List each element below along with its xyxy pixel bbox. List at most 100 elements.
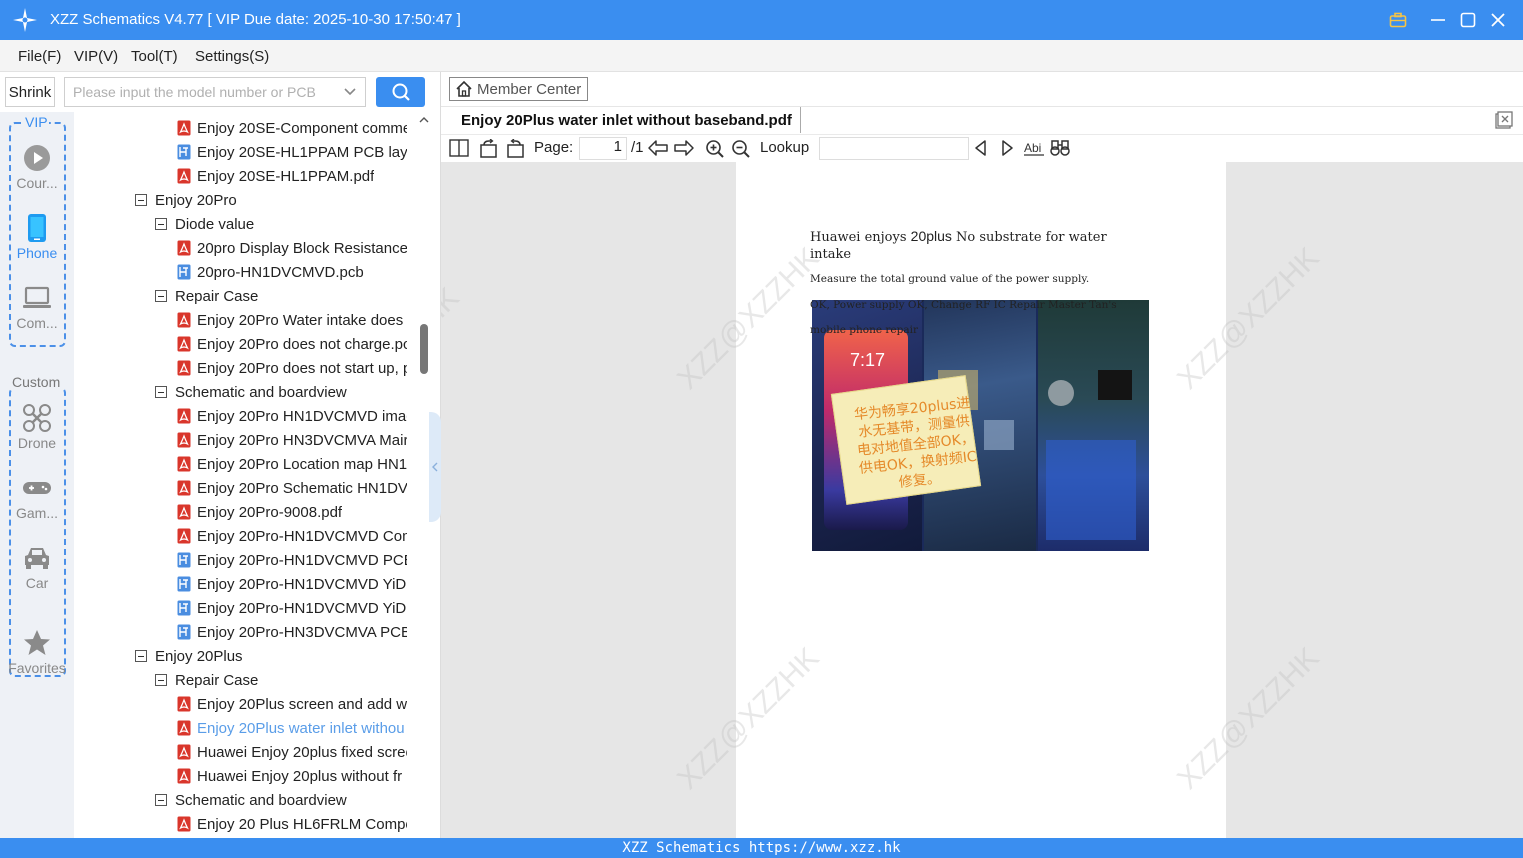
tree-file[interactable]: Enjoy 20Pro-9008.pdf bbox=[177, 500, 407, 524]
menu-settings[interactable]: Settings(S) bbox=[195, 48, 269, 65]
tree-file[interactable]: Enjoy 20Plus screen and add we bbox=[177, 692, 407, 716]
pdf-file-icon bbox=[177, 768, 191, 784]
find-next-icon[interactable] bbox=[999, 139, 1015, 157]
tree-item-label: Enjoy 20Pro bbox=[155, 191, 237, 209]
tree-file[interactable]: 20pro Display Block Resistance bbox=[177, 236, 407, 260]
page-total: /1 bbox=[631, 139, 644, 156]
collapse-toggle-icon[interactable] bbox=[155, 290, 167, 302]
tree-item-label: Enjoy 20Plus screen and add we bbox=[197, 695, 407, 713]
minimize-button[interactable] bbox=[1426, 8, 1450, 32]
tree-item-label: Enjoy 20SE-Component comme bbox=[197, 119, 407, 137]
menu-file[interactable]: File(F) bbox=[18, 48, 61, 65]
model-search-combobox[interactable] bbox=[64, 77, 366, 107]
tree-item-label: Enjoy 20SE-HL1PPAM PCB layer bbox=[197, 143, 407, 161]
pdf-viewer[interactable]: Huawei enjoys 20plus No substrate for wa… bbox=[441, 162, 1523, 838]
pdf-file-icon bbox=[177, 360, 191, 376]
tree-folder[interactable]: Enjoy 20Plus bbox=[135, 644, 407, 668]
tree-file[interactable]: Huawei Enjoy 20plus fixed scree bbox=[177, 740, 407, 764]
pcb-file-icon bbox=[177, 552, 191, 568]
previous-page-icon[interactable] bbox=[647, 139, 669, 157]
find-options-icon[interactable] bbox=[1049, 139, 1071, 157]
briefcase-icon[interactable] bbox=[1386, 8, 1410, 32]
scroll-thumb[interactable] bbox=[420, 324, 428, 374]
search-input[interactable] bbox=[65, 78, 335, 106]
pcb-file-icon bbox=[177, 576, 191, 592]
page-number-input[interactable]: 1 bbox=[579, 137, 627, 160]
chevron-down-icon[interactable] bbox=[343, 85, 357, 99]
tree-file[interactable]: Enjoy 20SE-HL1PPAM PCB layer bbox=[177, 140, 407, 164]
tree-folder[interactable]: Schematic and boardview bbox=[155, 380, 407, 404]
find-previous-icon[interactable] bbox=[973, 139, 989, 157]
search-button[interactable] bbox=[376, 77, 425, 107]
tree-folder[interactable]: Repair Case bbox=[155, 284, 407, 308]
collapse-toggle-icon[interactable] bbox=[155, 674, 167, 686]
collapse-panel-handle[interactable] bbox=[429, 412, 441, 522]
sidebar-item-favorites[interactable]: Favorites bbox=[0, 628, 74, 676]
tree-file[interactable]: Enjoy 20Pro-HN1DVCMVD Com bbox=[177, 524, 407, 548]
tree-file[interactable]: Enjoy 20SE-Component comme bbox=[177, 116, 407, 140]
sidebar-item-label: Car bbox=[25, 575, 49, 591]
sidebar-item-car[interactable]: Car bbox=[0, 543, 74, 591]
tree-folder[interactable]: Enjoy 20Pro bbox=[135, 188, 407, 212]
tree-file[interactable]: Enjoy 20Pro Location map HN1 bbox=[177, 452, 407, 476]
sidebar-item-phone[interactable]: Phone bbox=[0, 213, 74, 261]
pdf-file-icon bbox=[177, 456, 191, 472]
zoom-out-icon[interactable] bbox=[731, 139, 751, 159]
collapse-toggle-icon[interactable] bbox=[155, 386, 167, 398]
tree-file[interactable]: Enjoy 20Pro Schematic HN1DV( bbox=[177, 476, 407, 500]
tree-file[interactable]: Enjoy 20Pro-HN1DVCMVD YiDi bbox=[177, 596, 407, 620]
tree-file[interactable]: Enjoy 20Pro does not start up, p bbox=[177, 356, 407, 380]
sidebar-item-drone[interactable]: Drone bbox=[0, 403, 74, 451]
tree-file[interactable]: Enjoy 20Pro does not charge.pc bbox=[177, 332, 407, 356]
tree-file[interactable]: 20pro-HN1DVCMVD.pcb bbox=[177, 260, 407, 284]
tree-file[interactable]: Enjoy 20Pro HN3DVCMVA Mair bbox=[177, 428, 407, 452]
maximize-button[interactable] bbox=[1456, 8, 1480, 32]
tree-file[interactable]: Enjoy 20Pro-HN1DVCMVD PCB bbox=[177, 548, 407, 572]
tree-file[interactable]: Enjoy 20Pro-HN3DVCMVA PCB bbox=[177, 620, 407, 644]
tree-file[interactable]: Huawei Enjoy 20plus without fr bbox=[177, 764, 407, 788]
title-bar: XZZ Schematics V4.77 [ VIP Due date: 202… bbox=[0, 0, 1523, 40]
tree-file[interactable]: Enjoy 20Plus water inlet withou bbox=[177, 716, 407, 740]
tree-file[interactable]: Enjoy 20SE-HL1PPAM.pdf bbox=[177, 164, 407, 188]
collapse-toggle-icon[interactable] bbox=[155, 218, 167, 230]
sidebar-toggle-icon[interactable] bbox=[449, 139, 469, 157]
pdf-file-icon bbox=[177, 480, 191, 496]
tree-item-label: Enjoy 20Pro does not charge.pc bbox=[197, 335, 407, 353]
lookup-input[interactable] bbox=[819, 137, 969, 160]
tree-folder[interactable]: Schematic and boardview bbox=[155, 788, 407, 812]
shrink-button[interactable]: Shrink bbox=[5, 77, 55, 107]
tree-item-label: Enjoy 20Pro does not start up, p bbox=[197, 359, 407, 377]
match-case-icon[interactable]: Abi bbox=[1023, 139, 1045, 157]
tree-folder[interactable]: Repair Case bbox=[155, 668, 407, 692]
doc-line-1: Huawei enjoys 20plus No substrate for wa… bbox=[810, 228, 1107, 245]
left-pane: Shrink VIP Cour... Phone Com... bbox=[0, 72, 441, 838]
collapse-toggle-icon[interactable] bbox=[135, 650, 147, 662]
sidebar-item-courses[interactable]: Cour... bbox=[0, 143, 74, 191]
tree-file[interactable]: Enjoy 20Pro-HN1DVCMVD YiDi bbox=[177, 572, 407, 596]
pcb-file-icon bbox=[177, 264, 191, 280]
member-center-button[interactable]: Member Center bbox=[449, 77, 588, 101]
tree-file[interactable]: Enjoy 20Pro Water intake does bbox=[177, 308, 407, 332]
tree-item-label: Enjoy 20Pro Schematic HN1DV( bbox=[197, 479, 407, 497]
sidebar-item-computer[interactable]: Com... bbox=[0, 283, 74, 331]
menu-tool[interactable]: Tool(T) bbox=[131, 48, 178, 65]
menu-vip[interactable]: VIP(V) bbox=[74, 48, 118, 65]
close-button[interactable] bbox=[1486, 8, 1510, 32]
tree-item-label: Diode value bbox=[175, 215, 255, 233]
tree-file[interactable]: Enjoy 20 Plus HL6FRLM Compor bbox=[177, 812, 407, 836]
scroll-up-icon[interactable] bbox=[419, 116, 429, 124]
tree-folder[interactable]: Diode value bbox=[155, 212, 407, 236]
pdf-file-icon bbox=[177, 312, 191, 328]
close-tab-icon[interactable] bbox=[1495, 111, 1513, 133]
collapse-toggle-icon[interactable] bbox=[135, 194, 147, 206]
rotate-left-icon[interactable] bbox=[479, 139, 499, 159]
next-page-icon[interactable] bbox=[673, 139, 695, 157]
chevron-left-icon bbox=[432, 462, 438, 472]
tree-file[interactable]: Enjoy 20Pro HN1DVCMVD imag bbox=[177, 404, 407, 428]
sidebar-item-game[interactable]: Gam... bbox=[0, 473, 74, 521]
document-tab[interactable]: Enjoy 20Plus water inlet without baseban… bbox=[449, 107, 801, 133]
rotate-right-icon[interactable] bbox=[505, 139, 525, 159]
collapse-toggle-icon[interactable] bbox=[155, 794, 167, 806]
window-title: XZZ Schematics V4.77 [ VIP Due date: 202… bbox=[50, 11, 461, 28]
zoom-in-icon[interactable] bbox=[705, 139, 725, 159]
